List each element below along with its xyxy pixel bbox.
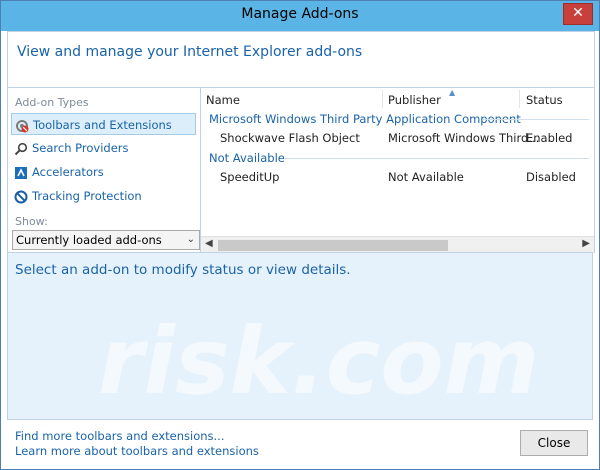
find-more-link[interactable]: Find more toolbars and extensions... [15,429,224,443]
learn-more-link[interactable]: Learn more about toolbars and extensions [15,444,259,458]
sidebar-item-search-providers[interactable]: Search Providers [11,137,196,159]
window-close-button[interactable]: ✕ [563,3,593,25]
show-label: Show: [15,215,48,228]
search-icon [14,141,28,156]
block-icon [14,189,28,204]
header-panel: View and manage your Internet Explorer a… [7,31,595,88]
scrollbar-thumb[interactable] [218,240,448,251]
addon-publisher: Not Available [388,170,464,184]
column-header-name[interactable]: Name [206,93,240,107]
title-bar[interactable]: Manage Add-ons ✕ [1,1,599,31]
details-panel: risk.com Select an add-on to modify stat… [7,252,593,420]
sidebar-item-label: Search Providers [32,141,129,155]
sidebar-item-accelerators[interactable]: Accelerators [11,161,196,183]
show-dropdown[interactable]: Currently loaded add-ons ⌄ [12,230,200,250]
sidebar-item-label: Tracking Protection [32,189,142,203]
scroll-left-icon[interactable]: ◀ [205,238,213,249]
addons-list: Name ▲ Publisher Status Microsoft Window… [200,87,595,253]
group-divider [285,158,589,159]
watermark: risk.com [8,253,594,421]
scroll-right-icon[interactable]: ▶ [582,238,590,249]
accelerator-icon [14,165,28,179]
svg-text:risk.com: risk.com [98,308,539,415]
column-divider [382,90,383,108]
gear-icon [15,118,29,133]
chevron-down-icon: ⌄ [186,234,195,245]
horizontal-scrollbar[interactable]: ◀ ▶ [201,236,594,253]
footer: Find more toolbars and extensions... Lea… [7,420,593,465]
column-divider [519,90,520,108]
column-header-status[interactable]: Status [526,93,563,107]
group-header: Not Available [209,151,285,165]
column-header-publisher[interactable]: Publisher [388,93,441,107]
sidebar-item-tracking-protection[interactable]: Tracking Protection [11,185,196,207]
show-dropdown-value: Currently loaded add-ons [16,233,162,247]
window-title: Manage Add-ons [241,6,359,22]
sort-arrow-icon: ▲ [449,88,456,97]
addon-types-sidebar: Add-on Types Toolbars and Extensions Sea… [7,87,201,253]
manage-addons-window: Manage Add-ons ✕ View and manage your In… [0,0,600,470]
addon-status: Disabled [526,170,576,184]
addon-types-heading: Add-on Types [15,96,89,109]
addon-name: SpeeditUp [220,170,280,184]
addon-status: Enabled [526,131,573,145]
group-header: Microsoft Windows Third Party Applicatio… [209,112,521,126]
sidebar-item-label: Accelerators [32,165,104,179]
sidebar-item-label: Toolbars and Extensions [33,118,172,132]
addon-publisher: Microsoft Windows Third... [388,131,540,145]
close-button[interactable]: Close [520,430,588,456]
sidebar-item-toolbars-extensions[interactable]: Toolbars and Extensions [11,113,196,135]
header-text: View and manage your Internet Explorer a… [17,44,363,60]
group-divider [483,119,589,120]
addon-name: Shockwave Flash Object [220,131,360,145]
details-text: Select an add-on to modify status or vie… [15,262,351,278]
